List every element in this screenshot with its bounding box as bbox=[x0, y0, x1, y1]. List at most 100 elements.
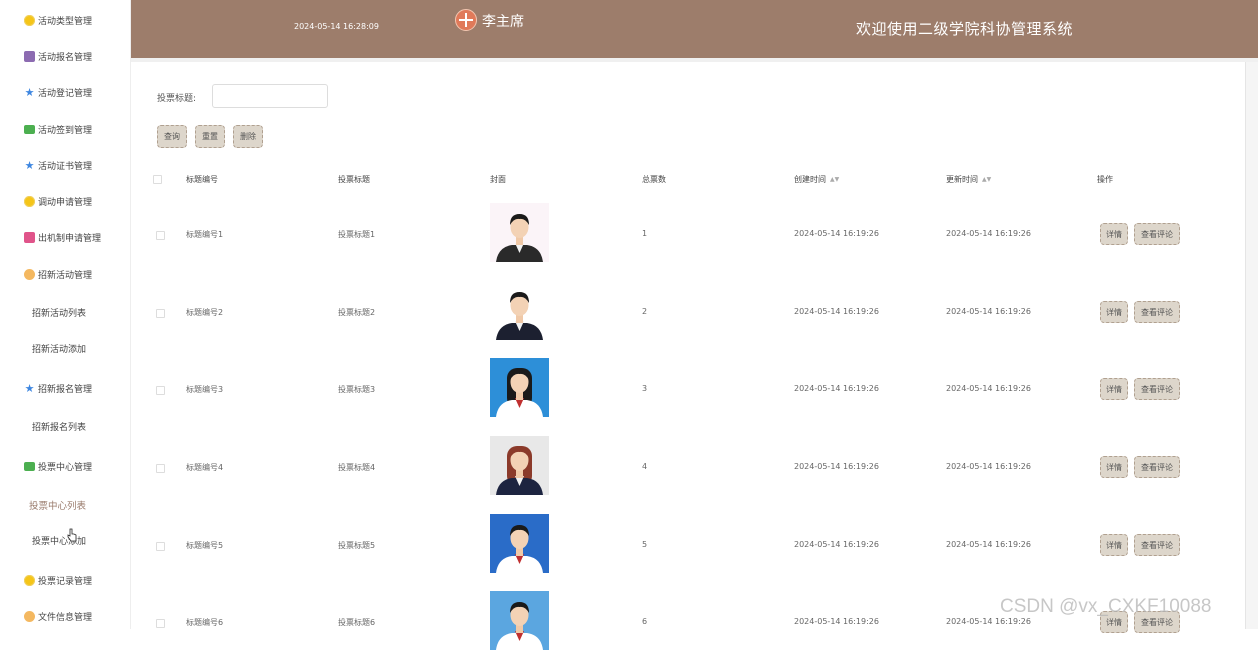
row-checkbox[interactable] bbox=[156, 309, 165, 318]
column-header-updated-label: 更新时间 bbox=[946, 175, 978, 184]
cell-code: 标题编号4 bbox=[186, 463, 224, 472]
cell-updated: 2024-05-14 16:19:26 bbox=[946, 540, 1031, 549]
sidebar-item-file-info[interactable]: 文件信息管理 bbox=[0, 604, 130, 628]
cover-photo bbox=[490, 281, 549, 340]
sidebar-subitem-recruit-add[interactable]: 招新活动添加 bbox=[0, 337, 130, 359]
cover-photo bbox=[490, 436, 549, 495]
cell-created: 2024-05-14 16:19:26 bbox=[794, 462, 879, 471]
sidebar-item-label: 活动报名管理 bbox=[38, 52, 93, 63]
cell-title: 投票标题5 bbox=[338, 541, 376, 550]
reset-button[interactable]: 重置 bbox=[195, 125, 225, 148]
row-checkbox[interactable] bbox=[156, 464, 165, 473]
sidebar-item-activity-certificate[interactable]: ★ 活动证书管理 bbox=[0, 153, 130, 177]
column-header-votes: 总票数 bbox=[642, 175, 666, 184]
detail-button[interactable]: 详情 bbox=[1100, 534, 1128, 556]
sort-icon[interactable]: ▲▼ bbox=[830, 176, 839, 183]
cell-created: 2024-05-14 16:19:26 bbox=[794, 229, 879, 238]
cell-code: 标题编号2 bbox=[186, 308, 224, 317]
sidebar-item-vote-record[interactable]: 投票记录管理 bbox=[0, 568, 130, 592]
sun-icon bbox=[24, 14, 35, 26]
view-comments-button[interactable]: 查看评论 bbox=[1134, 534, 1180, 556]
sun-icon bbox=[24, 195, 35, 207]
sidebar-item-label: 活动类型管理 bbox=[38, 16, 93, 27]
column-header-updated[interactable]: 更新时间 ▲▼ bbox=[946, 174, 991, 185]
cell-votes: 5 bbox=[642, 540, 648, 549]
detail-button[interactable]: 详情 bbox=[1100, 378, 1128, 400]
vertical-scrollbar[interactable] bbox=[1245, 62, 1258, 629]
cell-title: 投票标题2 bbox=[338, 308, 376, 317]
sidebar-item-label: 活动证书管理 bbox=[38, 161, 93, 172]
flower-icon bbox=[24, 268, 35, 280]
row-checkbox[interactable] bbox=[156, 542, 165, 551]
cell-code: 标题编号6 bbox=[186, 618, 224, 627]
detail-button[interactable]: 详情 bbox=[1100, 456, 1128, 478]
detail-button[interactable]: 详情 bbox=[1100, 223, 1128, 245]
header-datetime: 2024-05-14 16:28:09 bbox=[294, 22, 379, 31]
row-checkbox[interactable] bbox=[156, 386, 165, 395]
sidebar-subitem-recruit-list[interactable]: 招新活动列表 bbox=[0, 301, 130, 323]
sidebar-item-exit-request[interactable]: 出机制申请管理 bbox=[0, 225, 130, 249]
user-avatar[interactable] bbox=[455, 9, 477, 31]
column-header-code: 标题编号 bbox=[186, 175, 218, 184]
view-comments-button[interactable]: 查看评论 bbox=[1134, 456, 1180, 478]
sidebar-subitem-recruit-signup-list[interactable]: 招新报名列表 bbox=[0, 415, 130, 437]
cell-title: 投票标题4 bbox=[338, 463, 376, 472]
sidebar-item-label: 投票记录管理 bbox=[38, 576, 93, 587]
delete-button[interactable]: 删除 bbox=[233, 125, 263, 148]
sidebar-item-activity-type[interactable]: 活动类型管理 bbox=[0, 8, 130, 32]
sidebar-subitem-vote-list[interactable]: 投票中心列表 bbox=[0, 494, 130, 516]
sidebar-item-label: 活动登记管理 bbox=[38, 88, 93, 99]
sidebar-subitem-vote-add[interactable]: 投票中心添加 bbox=[0, 529, 130, 551]
sidebar-item-label: 出机制申请管理 bbox=[38, 233, 102, 244]
view-comments-button[interactable]: 查看评论 bbox=[1134, 378, 1180, 400]
sidebar-item-transfer-request[interactable]: 调动申请管理 bbox=[0, 189, 130, 213]
sort-icon[interactable]: ▲▼ bbox=[982, 176, 991, 183]
sidebar-item-activity-signup[interactable]: 活动报名管理 bbox=[0, 44, 130, 68]
box-icon bbox=[24, 50, 35, 62]
cell-title: 投票标题1 bbox=[338, 230, 376, 239]
sidebar-item-label: 投票中心管理 bbox=[38, 462, 93, 473]
message-icon bbox=[24, 124, 35, 134]
hand-cursor-icon bbox=[67, 528, 77, 542]
row-checkbox[interactable] bbox=[156, 619, 165, 628]
cell-code: 标题编号1 bbox=[186, 230, 224, 239]
query-button[interactable]: 查询 bbox=[157, 125, 187, 148]
sidebar-item-recruit-signup[interactable]: ★ 招新报名管理 bbox=[0, 376, 130, 400]
column-header-created[interactable]: 创建时间 ▲▼ bbox=[794, 174, 839, 185]
cover-photo bbox=[490, 591, 549, 650]
sidebar: 活动类型管理 活动报名管理 ★ 活动登记管理 活动签到管理 ★ 活动证书管理 调… bbox=[0, 0, 131, 629]
view-comments-button[interactable]: 查看评论 bbox=[1134, 301, 1180, 323]
detail-button[interactable]: 详情 bbox=[1100, 301, 1128, 323]
top-header: 2024-05-14 16:28:09 李主席 欢迎使用二级学院科协管理系统 bbox=[131, 0, 1258, 58]
column-header-title: 投票标题 bbox=[338, 175, 370, 184]
cell-created: 2024-05-14 16:19:26 bbox=[794, 307, 879, 316]
cell-updated: 2024-05-14 16:19:26 bbox=[946, 307, 1031, 316]
cell-votes: 1 bbox=[642, 229, 648, 238]
star-icon: ★ bbox=[24, 158, 35, 172]
cell-code: 标题编号3 bbox=[186, 385, 224, 394]
flower-icon bbox=[24, 610, 35, 622]
sidebar-item-activity-checkin[interactable]: 活动签到管理 bbox=[0, 117, 130, 141]
header-username[interactable]: 李主席 bbox=[482, 11, 524, 31]
star-icon: ★ bbox=[24, 85, 35, 99]
cell-updated: 2024-05-14 16:19:26 bbox=[946, 384, 1031, 393]
cell-votes: 3 bbox=[642, 384, 648, 393]
sidebar-item-label: 招新活动管理 bbox=[38, 270, 93, 281]
row-checkbox[interactable] bbox=[156, 231, 165, 240]
star-icon: ★ bbox=[24, 381, 35, 395]
cell-code: 标题编号5 bbox=[186, 541, 224, 550]
select-all-checkbox[interactable] bbox=[153, 175, 162, 184]
view-comments-button[interactable]: 查看评论 bbox=[1134, 223, 1180, 245]
sidebar-item-recruit-activity[interactable]: 招新活动管理 bbox=[0, 262, 130, 286]
cell-updated: 2024-05-14 16:19:26 bbox=[946, 229, 1031, 238]
column-header-actions: 操作 bbox=[1097, 175, 1113, 184]
message-icon bbox=[24, 461, 35, 471]
sidebar-item-vote-center[interactable]: 投票中心管理 bbox=[0, 454, 130, 478]
sidebar-item-label: 活动签到管理 bbox=[38, 125, 93, 136]
cover-photo bbox=[490, 514, 549, 573]
sidebar-item-activity-register[interactable]: ★ 活动登记管理 bbox=[0, 80, 130, 104]
cell-title: 投票标题6 bbox=[338, 618, 376, 627]
cell-created: 2024-05-14 16:19:26 bbox=[794, 384, 879, 393]
cell-created: 2024-05-14 16:19:26 bbox=[794, 540, 879, 549]
search-input[interactable] bbox=[212, 84, 328, 108]
